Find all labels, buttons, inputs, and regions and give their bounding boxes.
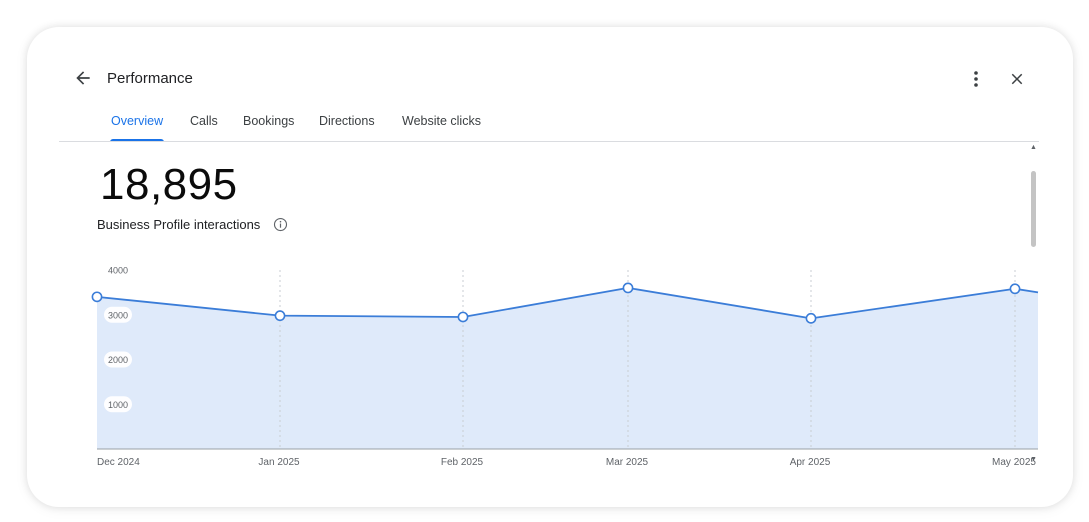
- x-tick-label: Jan 2025: [258, 457, 300, 468]
- scrollbar-thumb[interactable]: [1031, 171, 1036, 247]
- y-tick-label: 1000: [108, 400, 128, 410]
- x-tick-label: Feb 2025: [441, 457, 484, 468]
- data-point: [1009, 283, 1021, 295]
- y-tick-label: 3000: [108, 310, 128, 320]
- x-tick-label: Apr 2025: [790, 457, 831, 468]
- y-tick-label: 4000: [108, 266, 128, 276]
- data-point: [91, 291, 103, 303]
- scroll-up-arrow-icon[interactable]: ▲: [1030, 144, 1037, 151]
- scroll-down-arrow-icon[interactable]: ▼: [1030, 456, 1037, 463]
- y-tick-label: 2000: [108, 355, 128, 365]
- interactions-chart: 4000 3000 2000 1000 Dec 2024 Jan 2025 Feb 2025…: [91, 262, 1039, 468]
- data-point: [457, 311, 469, 323]
- x-tick-label: Dec 2024: [97, 457, 140, 468]
- data-point: [622, 282, 634, 294]
- data-point: [805, 312, 817, 324]
- x-tick-label: Mar 2025: [606, 457, 649, 468]
- performance-dialog: Performance Overview Calls Bookings Dire…: [27, 27, 1073, 507]
- data-point: [274, 310, 286, 322]
- scrollbar[interactable]: ▲ ▼: [1028, 144, 1040, 474]
